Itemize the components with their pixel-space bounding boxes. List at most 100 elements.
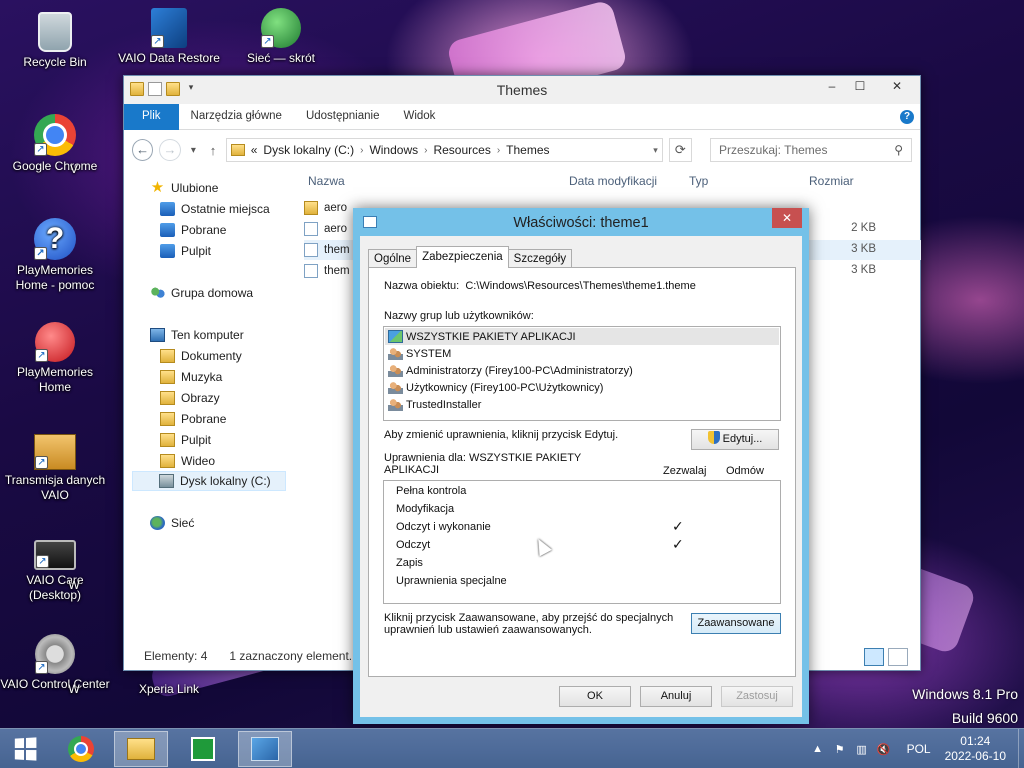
tab-view[interactable]: Widok (391, 104, 447, 130)
desktop-icon-playmemories[interactable]: ↗ PlayMemories Home (0, 322, 110, 395)
column-header-date[interactable]: Data modyfikacji (569, 174, 657, 188)
action-center-flag-icon[interactable]: ⚑ (831, 743, 849, 756)
nav-label: Wideo (181, 454, 216, 468)
explorer-titlebar[interactable]: ▾ Themes – ☐ ✕ (124, 76, 920, 104)
taskbar-file-explorer[interactable] (114, 731, 168, 767)
column-header-type[interactable]: Typ (689, 174, 708, 188)
nav-label: Pobrane (181, 412, 227, 426)
column-header-name[interactable]: Nazwa (308, 174, 345, 188)
desktop-icon-vaio-transfer[interactable]: ↗ Transmisja danych VAIO (0, 428, 110, 503)
start-button[interactable] (0, 729, 50, 768)
recent-locations-button[interactable]: ▾ (187, 145, 201, 156)
breadcrumb-item[interactable]: Themes (506, 143, 549, 157)
desktop-icon-recycle-bin[interactable]: Recycle Bin (0, 8, 110, 70)
permission-row: Odczyt (396, 539, 431, 551)
nav-music[interactable]: Muzyka (160, 367, 222, 387)
nav-network[interactable]: Sieć (150, 513, 194, 533)
list-item[interactable]: Użytkownicy (Firey100-PC\Użytkownicy) (388, 379, 603, 396)
store-icon (191, 737, 215, 761)
edit-button[interactable]: Edytuj... (691, 429, 779, 450)
list-item[interactable]: TrustedInstaller (388, 396, 481, 413)
close-button[interactable]: ✕ (874, 76, 920, 96)
up-button[interactable]: ↑ (206, 143, 220, 158)
nav-pc-desktop[interactable]: Pulpit (160, 430, 211, 450)
desktop-icon-xperia-link[interactable]: Xperia Link (114, 682, 224, 697)
input-language[interactable]: POL (907, 742, 931, 756)
volume-muted-icon[interactable]: 🔇 (875, 743, 893, 756)
chevron-down-icon[interactable]: ▾ (653, 145, 658, 156)
breadcrumb-separator-icon[interactable]: › (497, 145, 500, 156)
nav-downloads[interactable]: Pobrane (160, 220, 226, 240)
file-row[interactable]: aero (304, 219, 347, 239)
tab-home[interactable]: Narzędzia główne (179, 104, 294, 130)
help-button[interactable]: ? (900, 104, 920, 129)
nav-label: Grupa domowa (171, 286, 254, 300)
clock[interactable]: 01:24 2022-06-10 (945, 734, 1006, 764)
breadcrumb-item[interactable]: Resources (433, 143, 490, 157)
permissions-list[interactable]: Pełna kontrola Modyfikacja Odczyt i wyko… (383, 480, 781, 604)
network-icon (150, 516, 165, 530)
clock-time: 01:24 (960, 734, 991, 748)
dialog-titlebar[interactable]: Właściwości: theme1 ✕ (353, 208, 809, 236)
address-overflow[interactable]: « (251, 143, 258, 157)
cancel-button[interactable]: Anuluj (640, 686, 712, 707)
nav-favorites[interactable]: ★ Ulubione (150, 178, 219, 198)
minimize-button[interactable]: – (818, 76, 846, 96)
forward-button[interactable]: → (159, 139, 181, 161)
nav-recent-places[interactable]: Ostatnie miejsca (160, 199, 270, 219)
nav-local-disk[interactable]: Dysk lokalny (C:) (132, 471, 286, 491)
show-desktop-button[interactable] (1018, 729, 1024, 768)
breadcrumb-separator-icon[interactable]: › (360, 145, 363, 156)
file-row[interactable]: them (304, 261, 350, 281)
breadcrumb-item[interactable]: Dysk lokalny (C:) (263, 143, 354, 157)
back-button[interactable]: ← (132, 139, 154, 161)
search-input[interactable]: Przeszukaj: Themes ⚲ (709, 138, 912, 162)
taskbar-chrome[interactable] (54, 731, 108, 767)
refresh-button[interactable]: ⟳ (668, 138, 692, 162)
desktop-icon-label: PlayMemories Home (16, 365, 94, 394)
breadcrumb-separator-icon[interactable]: › (424, 145, 427, 156)
taskbar-control-panel[interactable] (238, 731, 292, 767)
tab-security[interactable]: Zabezpieczenia (416, 246, 509, 268)
tab-general[interactable]: Ogólne (368, 249, 418, 268)
groups-list[interactable]: WSZYSTKIE PAKIETY APLIKACJI SYSTEM Admin… (383, 326, 781, 421)
column-header-size[interactable]: Rozmiar (809, 174, 854, 188)
network-icon[interactable]: ▥ (853, 743, 871, 756)
desktop-icon-playmemories-help[interactable]: ? ↗ PlayMemories Home - pomoc (0, 218, 110, 293)
details-view-icon[interactable] (864, 648, 884, 666)
ok-button[interactable]: OK (559, 686, 631, 707)
file-row[interactable]: aero (304, 198, 347, 218)
nav-desktop[interactable]: Pulpit (160, 241, 211, 261)
desktop-icon-vaio-care[interactable]: ↗ VAIO Care (Desktop) (0, 530, 110, 603)
maximize-button[interactable]: ☐ (846, 76, 874, 96)
desktop-icon-chrome[interactable]: ↗ Google Chrome (0, 114, 110, 174)
dialog-close-button[interactable]: ✕ (772, 208, 802, 228)
desktop-icon-network-shortcut[interactable]: ↗ Sieć — skrót (226, 8, 336, 66)
tab-share[interactable]: Udostępnianie (294, 104, 392, 130)
list-item[interactable]: WSZYSTKIE PAKIETY APLIKACJI (385, 328, 779, 345)
nav-videos[interactable]: Wideo (160, 451, 215, 471)
list-item[interactable]: SYSTEM (388, 345, 451, 362)
breadcrumb-item[interactable]: Windows (369, 143, 418, 157)
tab-file[interactable]: Plik (124, 104, 179, 130)
show-hidden-icons-icon[interactable]: ▲ (809, 743, 827, 755)
tab-details[interactable]: Szczegóły (507, 249, 573, 268)
nav-pictures[interactable]: Obrazy (160, 388, 220, 408)
address-bar[interactable]: « Dysk lokalny (C:) › Windows › Resource… (225, 138, 663, 162)
advanced-button[interactable]: Zaawansowane (691, 613, 781, 634)
taskbar-store[interactable] (176, 731, 230, 767)
nav-documents[interactable]: Dokumenty (160, 346, 242, 366)
desktop-icon-vaio-control-center[interactable]: ↗ VAIO Control Center (0, 634, 110, 692)
nav-this-pc[interactable]: Ten komputer (150, 325, 244, 345)
apply-button[interactable]: Zastosuj (721, 686, 793, 707)
vaio-transfer-icon: ↗ (34, 434, 76, 470)
nav-label: Obrazy (181, 391, 220, 405)
desktop-icon-vaio-data-restore[interactable]: ↗ VAIO Data Restore (114, 8, 224, 66)
nav-homegroup[interactable]: Grupa domowa (150, 283, 253, 303)
list-item[interactable]: Administratorzy (Firey100-PC\Administrat… (388, 362, 633, 379)
nav-pc-downloads[interactable]: Pobrane (160, 409, 226, 429)
advanced-hint-line: Kliknij przycisk Zaawansowane, aby przej… (384, 612, 674, 624)
allow-checkmark-icon: ✓ (672, 536, 684, 552)
large-icons-view-icon[interactable] (888, 648, 908, 666)
window-title: Themes (496, 82, 548, 98)
